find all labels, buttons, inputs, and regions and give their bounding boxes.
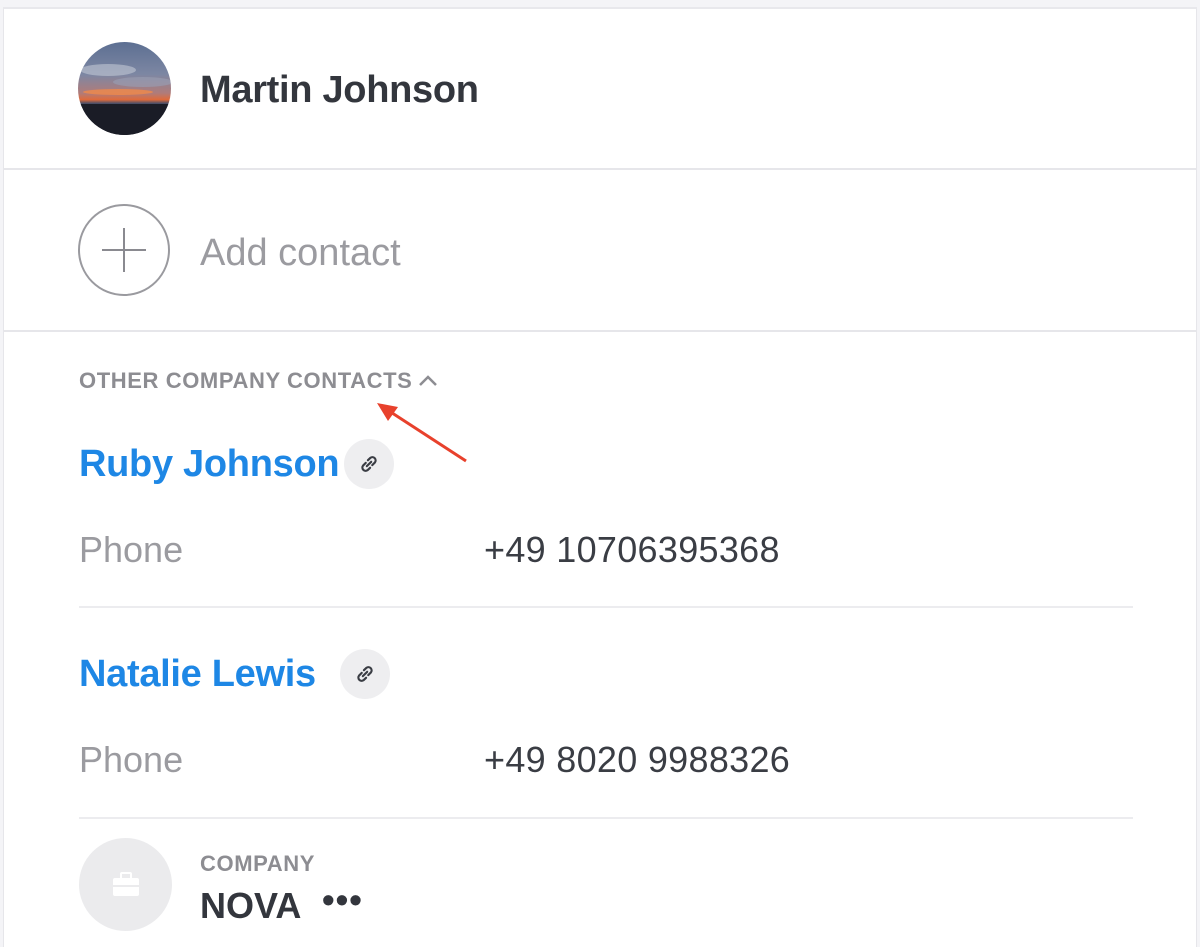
- avatar: [78, 42, 171, 135]
- link-contact-button[interactable]: [340, 649, 390, 699]
- add-contact-label: Add contact: [200, 232, 401, 274]
- more-options-icon[interactable]: •••: [322, 879, 363, 921]
- contact-name: Martin Johnson: [200, 69, 479, 111]
- company-label: COMPANY: [200, 851, 316, 876]
- current-contact-row: Martin Johnson: [4, 9, 1196, 170]
- section-title: OTHER COMPANY CONTACTS: [79, 368, 413, 393]
- add-contact-button[interactable]: Add contact: [4, 170, 1196, 332]
- company-name[interactable]: NOVA: [200, 885, 301, 927]
- annotation-arrow: [377, 403, 467, 463]
- other-company-contacts-toggle[interactable]: OTHER COMPANY CONTACTS: [79, 368, 438, 394]
- phone-label: Phone: [79, 529, 184, 570]
- phone-value[interactable]: +49 8020 9988326: [484, 739, 790, 781]
- divider: [79, 606, 1133, 608]
- phone-value[interactable]: +49 10706395368: [484, 529, 780, 571]
- divider: [79, 817, 1133, 819]
- contact-link-natalie-lewis[interactable]: Natalie Lewis: [79, 653, 316, 696]
- chevron-up-icon: [419, 375, 438, 386]
- contact-link-ruby-johnson[interactable]: Ruby Johnson: [79, 443, 340, 486]
- phone-label: Phone: [79, 739, 184, 780]
- briefcase-icon: [79, 838, 172, 931]
- link-icon: [357, 666, 373, 682]
- contact-detail-panel: Martin Johnson Add contact OTHER COMPANY…: [3, 7, 1197, 947]
- plus-circle-icon: [78, 204, 170, 296]
